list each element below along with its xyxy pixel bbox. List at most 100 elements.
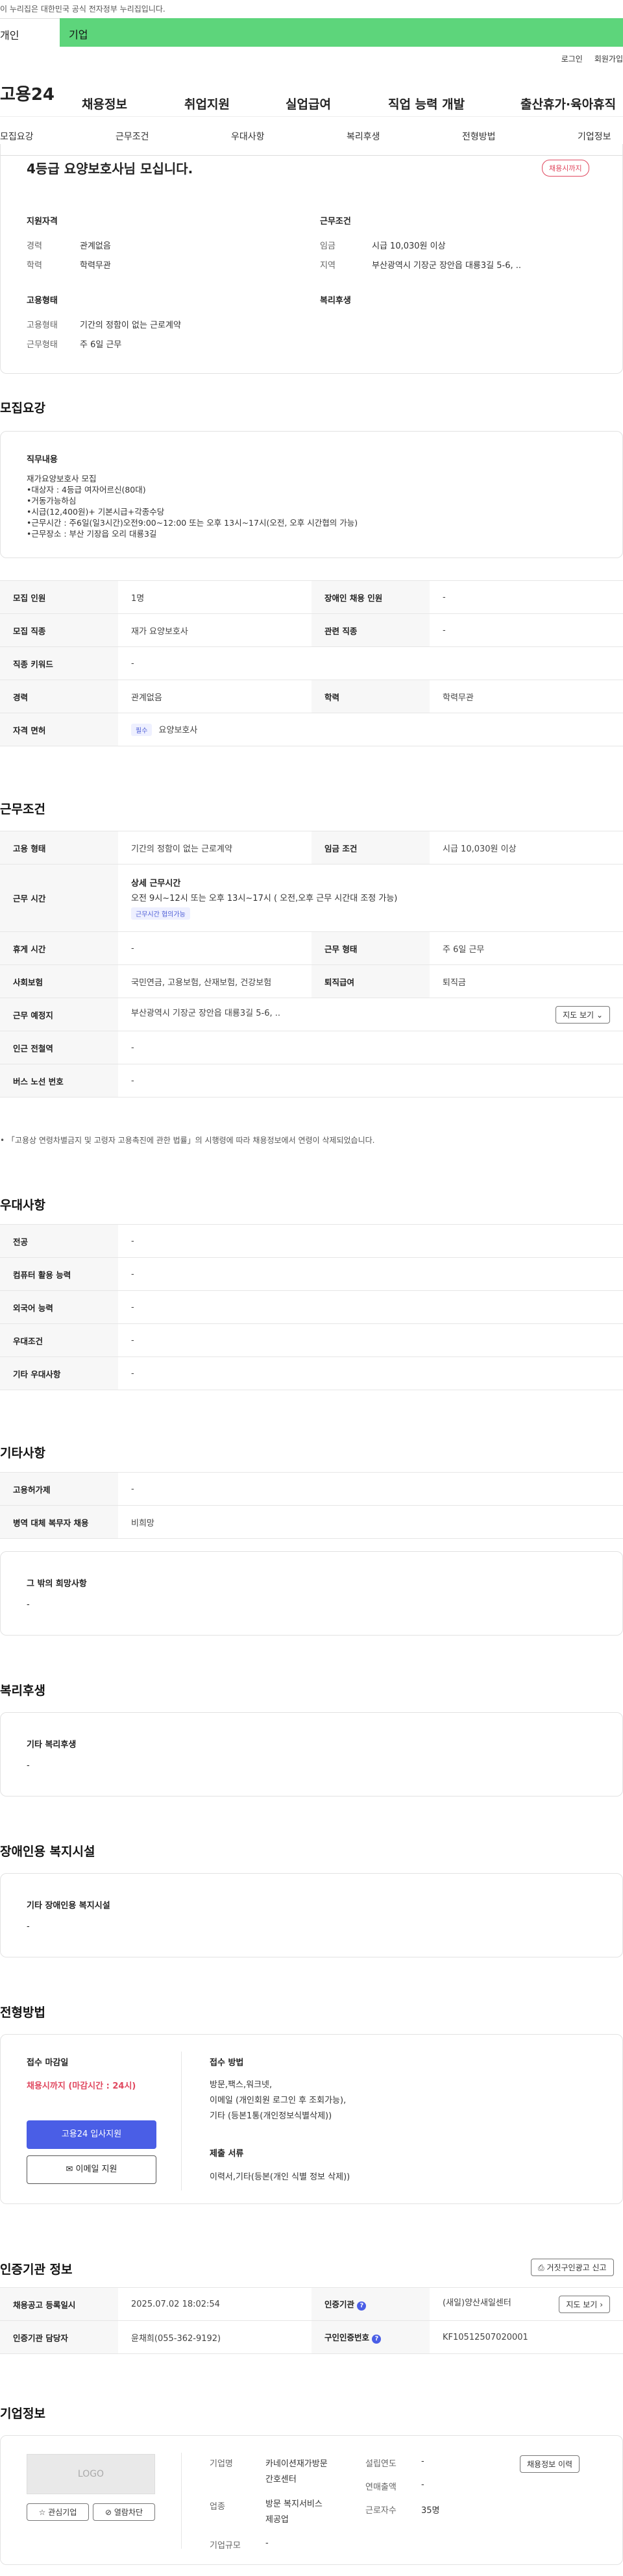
gnb-menu-leave[interactable]: 출산휴가·육아휴직: [520, 95, 616, 112]
method-line: 기타 (등본1통(개인정보식별삭제)): [210, 2111, 332, 2121]
cell-label: 기타 우대사항: [0, 1356, 118, 1390]
cell-label: 임금 조건: [312, 831, 430, 865]
cell-value: (새일)양산새일센터 지도 보기 ›: [430, 2287, 623, 2321]
duty-content: 재가요양보호사 모집 •대상자 : 4등급 여자어르신(80대) •거동가능하심…: [27, 473, 358, 539]
age-note-text: 「고용상 연령차별금지 및 고령자 고용촉진에 관한 법률」의 시행령에 따라 …: [6, 1136, 375, 1145]
cell-label: 우대조건: [0, 1323, 118, 1357]
work-wage-label: 임금: [320, 241, 336, 251]
cell-label: 모집 인원: [0, 580, 118, 614]
tab-company[interactable]: 기업정보: [578, 130, 611, 143]
map-button-label: 지도 보기: [563, 1010, 594, 1020]
company-name-label: 기업명: [210, 2459, 233, 2469]
etc-table: 고용허가제 - 병역 대체 복무자 채용 비희망: [0, 1472, 623, 1539]
cell-label: 학력: [312, 680, 430, 713]
docs-value: 이력서,기타(등본(개인 식별 정보 삭제)): [210, 2172, 350, 2182]
tab-welfare[interactable]: 복리후생: [347, 130, 380, 143]
company-logo: LOGO: [27, 2454, 155, 2494]
company-section-title: 기업정보: [0, 2407, 45, 2421]
etc-section-title: 기타사항: [0, 1446, 45, 1460]
cell-label: 인증기관 담당자: [0, 2320, 118, 2354]
report-label: 거짓구인광고 신고: [546, 2263, 607, 2272]
table-row: 자격 면허 필수 요양보호사: [0, 713, 623, 746]
info-icon[interactable]: ?: [372, 2335, 382, 2344]
block-view-button[interactable]: ⊘ 열람차단: [93, 2503, 155, 2521]
cert-map-button[interactable]: 지도 보기 ›: [559, 2295, 610, 2313]
table-row: 모집 인원 1명 장애인 채용 인원 -: [0, 580, 623, 614]
star-icon: ☆: [38, 2508, 46, 2517]
work-region-label: 지역: [320, 261, 336, 271]
recruit-section-title: 모집요강: [0, 401, 45, 415]
gnb-menu-unemployment[interactable]: 실업급여: [286, 95, 331, 112]
qual-career-value: 관계없음: [80, 241, 111, 251]
work-type-value: 주 6일 근무: [80, 340, 122, 350]
cell-label: 채용공고 등록일시: [0, 2287, 118, 2321]
disabled-card: 기타 장애인용 복지시설 -: [0, 1873, 623, 1957]
tab-pref[interactable]: 우대사항: [231, 130, 265, 143]
cell-value: 1명: [118, 580, 312, 614]
info-icon[interactable]: ?: [357, 2301, 367, 2311]
etc-hope-value: -: [27, 1600, 30, 1610]
company-size-value: -: [265, 2538, 269, 2548]
age-note: • 「고용상 연령차별금지 및 고령자 고용촉진에 관한 법률」의 시행령에 따…: [0, 1136, 375, 1145]
cell-label: 인증기관 ?: [312, 2287, 430, 2321]
disabled-box-value: -: [27, 1922, 30, 1932]
hours-detail: 오전 9시~12시 또는 오후 13시~17시 ( 오전,오후 근무 시간대 조…: [131, 894, 398, 903]
cell-value: 국민연금, 고용보험, 산재보험, 건강보험: [118, 964, 312, 998]
table-row: 휴게 시간 - 근무 형태 주 6일 근무: [0, 931, 623, 965]
table-row: 모집 직종 재가 요양보호사 관련 직종 -: [0, 613, 623, 647]
welfare-card: 기타 복리후생 -: [0, 1712, 623, 1797]
company-name-value: 카네이션재가방문 간호센터: [265, 2457, 328, 2488]
fav-company-button[interactable]: ☆ 관심기업: [27, 2503, 89, 2521]
fav-company-label: 관심기업: [48, 2508, 77, 2517]
cell-value: KF10512507020001: [430, 2320, 623, 2354]
duty-line: •시급(12,400원)+ 기본시급+각종수당: [27, 507, 165, 517]
join-link[interactable]: 회원가입: [594, 53, 623, 64]
tab-process[interactable]: 전형방법: [462, 130, 496, 143]
emp-type-label: 고용형태: [27, 321, 58, 330]
industry-line: 방문 복지서비스: [265, 2499, 323, 2509]
map-button[interactable]: 지도 보기 ⌄: [556, 1005, 610, 1024]
disabled-box-title: 기타 장애인용 복지시설: [27, 1901, 110, 1911]
etc-hope-title: 그 밖의 희망사항: [27, 1579, 87, 1589]
pref-section-title: 우대사항: [0, 1198, 45, 1212]
cert-section-title: 인증기관 정보: [0, 2263, 73, 2277]
cell-label: 직종 키워드: [0, 646, 118, 680]
site-logo[interactable]: 고용24: [0, 81, 82, 105]
email-apply-button[interactable]: ✉ 이메일 지원: [27, 2155, 156, 2184]
tab-work-cond[interactable]: 근무조건: [116, 130, 149, 143]
report-fake-ad-button[interactable]: ⎙ 거짓구인광고 신고: [531, 2259, 614, 2276]
cell-value: -: [118, 1064, 623, 1098]
gnb-menu-jobs[interactable]: 채용정보: [82, 95, 127, 112]
mail-icon: ✉: [66, 2165, 73, 2174]
gov-banner: 이 누리집은 대한민국 공식 전자정부 누리집입니다.: [0, 0, 623, 18]
gnb-menu-training[interactable]: 직업 능력 개발: [388, 95, 465, 112]
emp-type-value: 기간의 정함이 없는 근로계약: [80, 321, 181, 330]
cell-value: 시급 10,030원 이상: [430, 831, 623, 865]
tab-recruit[interactable]: 모집요강: [0, 130, 34, 143]
tab-company[interactable]: 기업: [60, 18, 623, 47]
tab-personal[interactable]: 개인: [0, 18, 60, 47]
cell-value: 재가 요양보호사: [118, 613, 312, 647]
recruit-history-button[interactable]: 채용정보 이력: [520, 2455, 580, 2473]
cell-label: 관련 직종: [312, 613, 430, 647]
login-link[interactable]: 로그인: [561, 53, 583, 64]
table-row: 근무 시간 상세 근무시간 오전 9시~12시 또는 오후 13시~17시 ( …: [0, 864, 623, 932]
cell-value: 2025.07.02 18:02:54: [118, 2287, 312, 2321]
qual-edu-value: 학력무관: [80, 261, 111, 271]
docs-title: 제출 서류: [210, 2149, 244, 2159]
cell-value: 상세 근무시간 오전 9시~12시 또는 오후 13시~17시 ( 오전,오후 …: [118, 864, 623, 932]
cell-value: -: [118, 1257, 623, 1291]
cell-label: 모집 직종: [0, 613, 118, 647]
cell-label: 장애인 채용 인원: [312, 580, 430, 614]
cert-table: 채용공고 등록일시 2025.07.02 18:02:54 인증기관 ? (새일…: [0, 2287, 623, 2354]
process-section-title: 전형방법: [0, 2006, 45, 2020]
table-row: 직종 키워드 -: [0, 646, 623, 680]
cell-value: -: [118, 1031, 623, 1064]
table-row: 외국어 능력 -: [0, 1290, 623, 1324]
hours-head: 상세 근무시간: [131, 879, 181, 889]
apply-button[interactable]: 고용24 입사지원: [27, 2120, 156, 2149]
gnb-menu-employment-support[interactable]: 취업지원: [184, 95, 230, 112]
cell-label: 경력: [0, 680, 118, 713]
divider: [181, 2052, 182, 2190]
duty-line: 재가요양보호사 모집: [27, 474, 97, 484]
